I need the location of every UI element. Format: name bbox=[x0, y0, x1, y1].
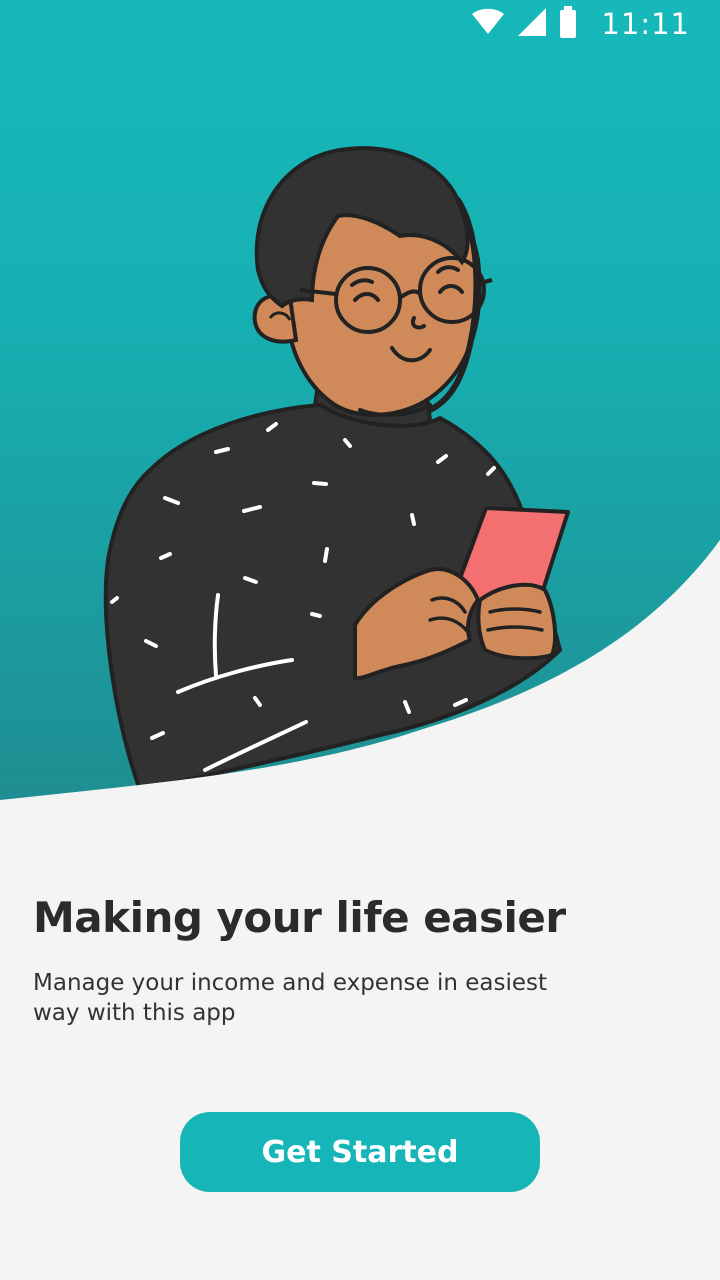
get-started-button[interactable]: Get Started bbox=[180, 1112, 540, 1192]
man-with-phone-illustration bbox=[103, 146, 570, 793]
cellular-signal-icon bbox=[517, 7, 547, 42]
page-description: Manage your income and expense in easies… bbox=[33, 970, 548, 1026]
wifi-icon bbox=[471, 8, 505, 41]
onboarding-screen: 11:11 Making your life easier Manage you… bbox=[0, 0, 720, 1280]
status-time: 11:11 bbox=[601, 7, 690, 41]
person-figure bbox=[103, 146, 570, 793]
status-bar: 11:11 bbox=[0, 0, 720, 48]
page-title: Making your life easier bbox=[33, 893, 566, 942]
battery-icon bbox=[559, 5, 577, 43]
